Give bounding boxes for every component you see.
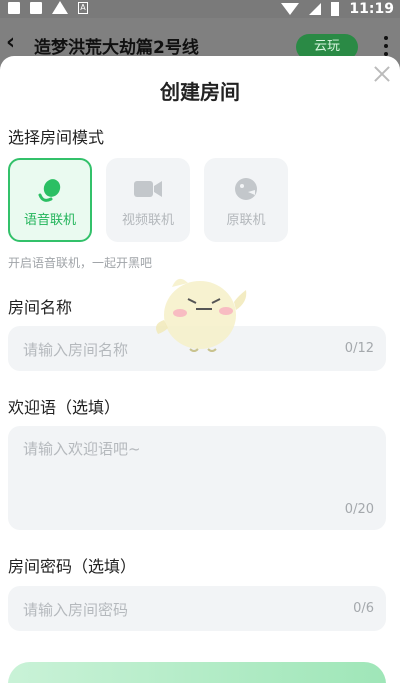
password-placeholder: 请输入房间密码 (23, 601, 129, 619)
signal-icon (309, 3, 322, 15)
notification-doc-icon (30, 1, 42, 14)
mode-label: 语音联机 (23, 213, 76, 228)
mode-options: 语音联机 视频联机 原联机 (8, 158, 288, 242)
mode-option-voice[interactable]: 语音联机 (8, 158, 92, 242)
welcome-textarea[interactable]: 请输入欢迎语吧~ 0/20 (8, 426, 386, 530)
gamepad-icon (235, 178, 257, 200)
mode-label: 视频联机 (121, 213, 174, 228)
welcome-label: 欢迎语（选填） (8, 398, 121, 417)
welcome-placeholder: 请输入欢迎语吧~ (23, 440, 141, 458)
video-camera-icon (134, 181, 162, 197)
mode-option-classic[interactable]: 原联机 (204, 158, 288, 242)
notification-icons: A (8, 1, 88, 14)
text-a-icon: A (78, 1, 88, 14)
password-label: 房间密码（选填） (8, 557, 137, 576)
notification-square-icon (8, 1, 20, 14)
room-name-label: 房间名称 (8, 298, 73, 317)
password-input[interactable]: 请输入房间密码 0/6 (8, 586, 386, 631)
battery-icon (331, 2, 340, 16)
warning-icon (52, 1, 68, 14)
password-counter: 0/6 (353, 601, 374, 616)
sheet-title: 创建房间 (160, 80, 240, 104)
status-bar: A 11:19 (0, 0, 400, 18)
chevron-left-icon[interactable]: ‹ (6, 30, 15, 55)
welcome-counter: 0/20 (344, 502, 374, 517)
microphone-icon (38, 179, 61, 202)
mode-section-label: 选择房间模式 (8, 128, 105, 147)
wifi-icon (281, 3, 300, 15)
more-vertical-icon[interactable] (384, 36, 388, 56)
page-title: 造梦洪荒大劫篇2号线 (34, 38, 199, 58)
mode-option-video[interactable]: 视频联机 (106, 158, 190, 242)
mode-hint: 开启语音联机，一起开黑吧 (8, 256, 153, 270)
room-name-placeholder: 请输入房间名称 (23, 341, 129, 359)
clock: 11:19 (349, 1, 394, 17)
room-name-counter: 0/12 (344, 341, 374, 356)
mascot-sticker[interactable] (150, 265, 250, 355)
mode-label: 原联机 (226, 213, 266, 228)
create-room-button[interactable] (8, 662, 386, 683)
create-room-sheet: 创建房间 选择房间模式 语音联机 视频联机 原联机 开启语音联机，一起开黑吧 房… (0, 56, 400, 683)
